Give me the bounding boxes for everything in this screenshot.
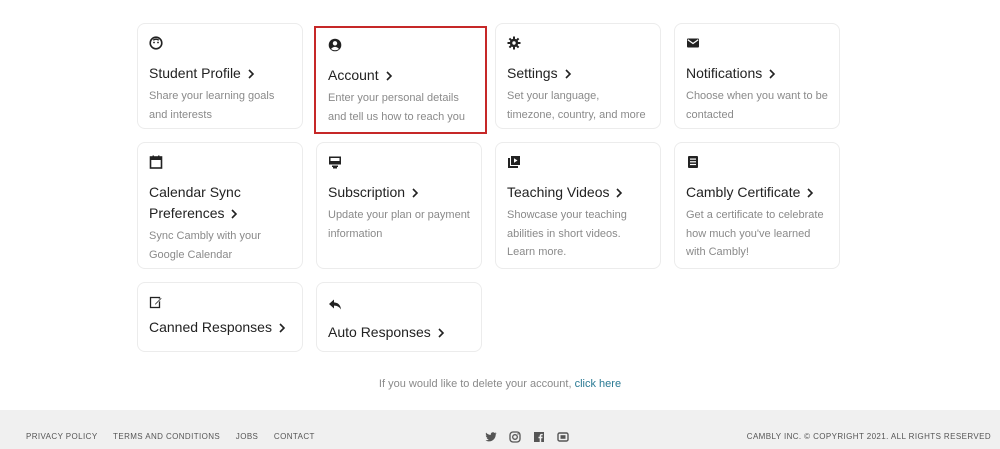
card-description: Get a certificate to celebrate how much … xyxy=(686,209,824,258)
card-description: Choose when you want to be contacted xyxy=(686,90,828,121)
card-description: Enter your personal details and tell us … xyxy=(328,92,465,123)
cambly-certificate-card[interactable]: Cambly Certificate Get a certificate to … xyxy=(674,142,840,269)
monitor-icon xyxy=(328,155,342,169)
calendar-sync-card[interactable]: Calendar Sync Preferences Sync Cambly wit… xyxy=(137,142,303,269)
card-title: Cambly Certificate xyxy=(686,182,828,203)
chevron-right-icon xyxy=(231,209,238,219)
subscription-card[interactable]: Subscription Update your plan or payment… xyxy=(316,142,482,269)
chevron-right-icon xyxy=(807,188,814,198)
social-links xyxy=(485,431,569,443)
reply-icon xyxy=(328,297,342,311)
card-title: Settings xyxy=(507,63,649,84)
chevron-right-icon xyxy=(412,188,419,198)
canned-responses-card[interactable]: Canned Responses xyxy=(137,282,303,352)
chevron-right-icon xyxy=(248,69,254,79)
card-title: Student Profile xyxy=(149,63,291,84)
card-description: Sync Cambly with your Google Calendar xyxy=(149,230,261,261)
card-description: Set your language, timezone, country, an… xyxy=(507,90,646,121)
footer: PRIVACY POLICY TERMS AND CONDITIONS JOBS… xyxy=(0,410,1000,449)
facebook-icon[interactable] xyxy=(533,431,545,443)
video-library-icon xyxy=(507,155,521,169)
chevron-right-icon xyxy=(565,69,571,79)
jobs-link[interactable]: JOBS xyxy=(236,432,259,441)
gear-icon xyxy=(507,36,521,50)
footer-links: PRIVACY POLICY TERMS AND CONDITIONS JOBS… xyxy=(26,432,328,441)
card-title: Account xyxy=(328,65,473,86)
chevron-right-icon xyxy=(386,71,392,81)
card-title: Notifications xyxy=(686,63,828,84)
card-title: Teaching Videos xyxy=(507,182,649,203)
card-description: Update your plan or payment information xyxy=(328,209,470,240)
delete-account-row: If you would like to delete your account… xyxy=(0,378,1000,390)
chevron-right-icon xyxy=(279,323,286,333)
card-title: Canned Responses xyxy=(149,317,291,338)
chevron-right-icon xyxy=(438,328,444,338)
settings-card[interactable]: Settings Set your language, timezone, co… xyxy=(495,23,661,129)
card-title: Auto Responses xyxy=(328,322,470,343)
chevron-right-icon xyxy=(769,69,776,79)
smile-face-icon xyxy=(149,36,163,50)
user-circle-icon xyxy=(328,38,342,52)
card-description: Share your learning goals and interests xyxy=(149,90,275,121)
instagram-icon[interactable] xyxy=(509,431,521,443)
delete-account-link[interactable]: click here xyxy=(575,378,621,390)
contact-link[interactable]: CONTACT xyxy=(274,432,315,441)
envelope-icon xyxy=(686,36,700,50)
teaching-videos-card[interactable]: Teaching Videos Showcase your teaching a… xyxy=(495,142,661,269)
account-card[interactable]: Account Enter your personal details and … xyxy=(314,26,487,134)
student-profile-card[interactable]: Student Profile Share your learning goal… xyxy=(137,23,303,129)
calendar-icon xyxy=(149,155,163,169)
notifications-card[interactable]: Notifications Choose when you want to be… xyxy=(674,23,840,129)
document-icon xyxy=(686,155,700,169)
twitter-icon[interactable] xyxy=(485,431,497,443)
copyright-text: CAMBLY INC. © COPYRIGHT 2021. ALL RIGHTS… xyxy=(746,432,991,441)
youtube-icon[interactable] xyxy=(557,431,569,443)
privacy-policy-link[interactable]: PRIVACY POLICY xyxy=(26,432,98,441)
chevron-right-icon xyxy=(616,188,623,198)
card-description: Showcase your teaching abilities in shor… xyxy=(507,209,627,258)
card-title: Calendar Sync Preferences xyxy=(149,184,241,221)
delete-account-text: If you would like to delete your account… xyxy=(378,378,572,390)
auto-responses-card[interactable]: Auto Responses xyxy=(316,282,482,352)
card-title: Subscription xyxy=(328,182,470,203)
edit-icon xyxy=(149,295,163,309)
terms-link[interactable]: TERMS AND CONDITIONS xyxy=(113,432,220,441)
